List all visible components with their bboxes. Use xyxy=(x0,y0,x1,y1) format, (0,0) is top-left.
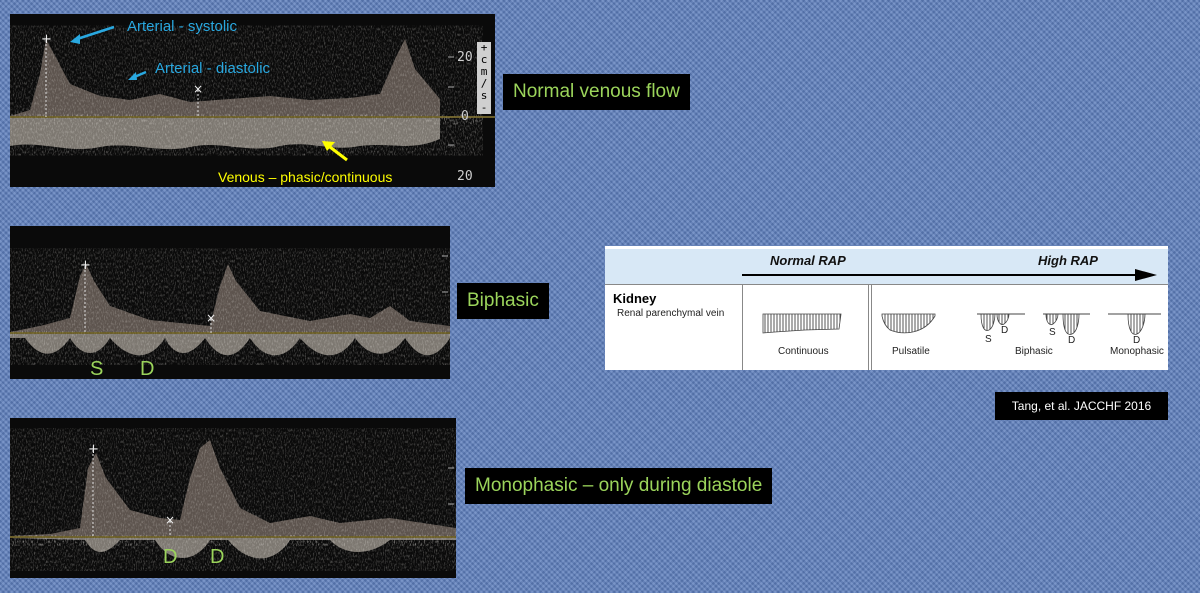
wave-biphasic-1-s xyxy=(980,313,996,331)
doppler-trace-monophasic: + × xyxy=(10,438,456,568)
ref-letter-d2: D xyxy=(1068,335,1076,346)
ref-letter-d1: D xyxy=(1001,325,1009,336)
wave-continuous xyxy=(762,313,842,334)
scale-label-bottom: 20 xyxy=(457,169,473,184)
marker-systolic: S xyxy=(90,358,104,379)
doppler-panel-normal: + × Arterial - systolic Arterial - diast… xyxy=(10,14,495,187)
wave-biphasic-2-s xyxy=(1045,313,1059,325)
doppler-trace-biphasic: + × xyxy=(10,255,450,362)
annotation-arterial-diastolic: Arterial - diastolic xyxy=(155,60,271,77)
systolic-caliper: + xyxy=(41,32,52,47)
annotation-venous: Venous – phasic/continuous xyxy=(218,169,393,185)
scale-label-top: 20 xyxy=(457,50,473,65)
systolic-caliper: + xyxy=(88,442,99,457)
doppler-trace-normal: + × xyxy=(10,25,495,162)
doppler-panel-monophasic: + × D D xyxy=(10,418,456,578)
ref-letter-d3: D xyxy=(1133,335,1141,346)
marker-diastolic-2: D xyxy=(210,546,225,568)
systolic-caliper: + xyxy=(80,258,91,273)
wave-monophasic xyxy=(1127,313,1146,335)
label-biphasic: Biphasic xyxy=(457,283,549,319)
annotation-arterial-systolic: Arterial - systolic xyxy=(127,18,238,35)
wave-biphasic-1-d xyxy=(996,313,1010,325)
ref-letter-s1: S xyxy=(985,334,992,345)
wave-biphasic-2-d xyxy=(1062,313,1080,335)
diastolic-caliper: × xyxy=(165,513,175,527)
marker-diastolic: D xyxy=(140,358,155,379)
ref-waveforms xyxy=(762,313,1161,335)
diastolic-caliper: × xyxy=(193,82,203,96)
pattern-label-pulsatile: Pulsatile xyxy=(892,346,930,357)
ref-letter-s2: S xyxy=(1049,327,1056,338)
citation: Tang, et al. JACCHF 2016 xyxy=(995,392,1168,420)
wave-pulsatile xyxy=(881,313,936,334)
diastolic-caliper: × xyxy=(206,311,216,325)
pattern-label-monophasic: Monophasic xyxy=(1110,346,1164,357)
scale-label-zero: 0 xyxy=(461,109,469,124)
label-monophasic: Monophasic – only during diastole xyxy=(465,468,773,504)
pattern-label-biphasic: Biphasic xyxy=(1015,346,1053,357)
velocity-unit-label: + c m / s - xyxy=(477,42,491,114)
label-normal-venous-flow: Normal venous flow xyxy=(503,74,690,110)
reference-figure: Normal RAP High RAP Kidney Renal parench… xyxy=(605,246,1168,370)
doppler-panel-biphasic: + × S D xyxy=(10,226,450,379)
marker-diastolic-1: D xyxy=(163,546,178,568)
pattern-label-continuous: Continuous xyxy=(778,346,829,357)
